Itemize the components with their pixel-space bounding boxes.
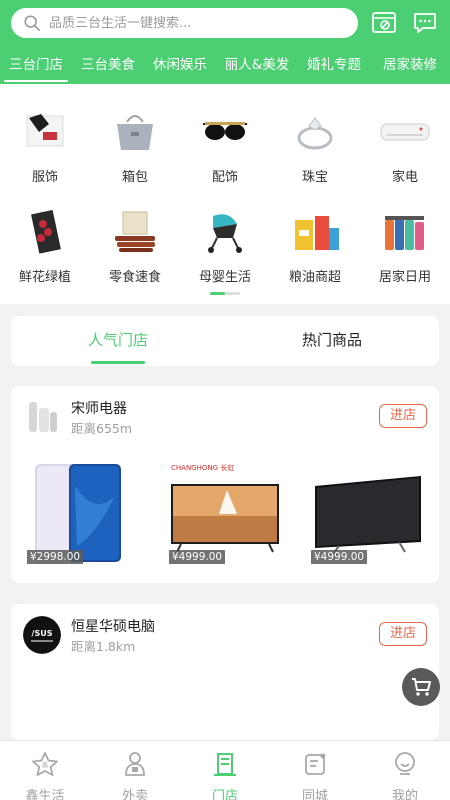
segment-popular-stores[interactable]: 人气门店 — [11, 316, 225, 366]
category-label: 鲜花绿植 — [18, 270, 71, 285]
category-baby[interactable]: 母婴生活 — [180, 210, 270, 285]
enter-store-button[interactable]: 进店 — [379, 404, 427, 428]
product-item[interactable]: CHANGHONG 长虹 ¥4999.00 — [167, 456, 285, 574]
search-icon — [24, 15, 41, 32]
bag-icon — [117, 115, 153, 150]
profile-icon — [395, 752, 415, 775]
flower-icon — [31, 209, 61, 254]
category-label: 家电 — [391, 170, 418, 185]
header: 三台门店 三台美食 休闲娱乐 丽人&美发 婚礼专题 居家装修 — [0, 0, 450, 84]
search-input[interactable] — [49, 15, 339, 31]
category-accessories[interactable]: 配饰 — [180, 110, 270, 185]
clothing-icon — [26, 114, 64, 147]
floating-cart-button[interactable] — [402, 668, 440, 706]
page-indicator — [210, 292, 240, 295]
product-item[interactable] — [25, 674, 143, 740]
store-icon — [214, 753, 236, 776]
air-conditioner-icon — [380, 123, 430, 141]
category-tabs: 三台门店 三台美食 休闲娱乐 丽人&美发 婚礼专题 居家装修 — [0, 50, 450, 84]
segment-hot-products[interactable]: 热门商品 — [225, 316, 439, 366]
category-appliances[interactable]: 家电 — [360, 110, 450, 185]
product-image — [25, 674, 143, 740]
nav-city[interactable]: 同城 — [270, 741, 360, 800]
tab-stores[interactable]: 三台门店 — [0, 50, 72, 84]
svg-text:/SUS: /SUS — [32, 629, 53, 638]
store-name: 宋师电器 — [71, 401, 127, 417]
category-label: 服饰 — [31, 170, 58, 185]
product-item[interactable]: ¥4999.00 — [309, 456, 427, 574]
category-household[interactable]: 居家日用 — [360, 210, 450, 285]
snack-icon — [115, 211, 155, 252]
city-icon — [305, 753, 326, 775]
category-snacks[interactable]: 零食速食 — [90, 210, 180, 285]
category-grocery[interactable]: 粮油商超 — [270, 210, 360, 285]
bottles-icon — [385, 216, 424, 250]
tab-wedding[interactable]: 婚礼专题 — [298, 50, 370, 84]
product-price: ¥4999.00 — [311, 550, 368, 564]
category-label: 箱包 — [121, 170, 148, 185]
tab-food[interactable]: 三台美食 — [72, 50, 144, 84]
product-item[interactable]: ¥2998.00 — [25, 456, 143, 574]
nav-stores[interactable]: 门店 — [180, 741, 270, 800]
nav-profile[interactable]: 我的 — [360, 741, 450, 800]
enter-store-button[interactable]: 进店 — [379, 622, 427, 646]
product-image — [167, 674, 285, 740]
store-card[interactable]: /SUS 恒星华硕电脑 距离1.8km 进店 — [11, 604, 439, 740]
nav-delivery[interactable]: 外卖 — [90, 741, 180, 800]
message-icon[interactable] — [412, 10, 438, 36]
category-bags[interactable]: 箱包 — [90, 110, 180, 185]
tab-beauty[interactable]: 丽人&美发 — [216, 50, 298, 84]
tab-leisure[interactable]: 休闲娱乐 — [144, 50, 216, 84]
category-label: 珠宝 — [301, 170, 328, 185]
category-label: 零食速食 — [108, 270, 161, 285]
search-bar[interactable] — [11, 8, 358, 38]
category-flowers[interactable]: 鲜花绿植 — [0, 209, 90, 285]
product-price: ¥4999.00 — [169, 550, 226, 564]
store-logo — [23, 398, 61, 436]
nav-label: 同城 — [301, 789, 328, 800]
product-item[interactable] — [167, 674, 285, 740]
svg-text:鑫: 鑫 — [42, 761, 48, 769]
nav-label: 门店 — [211, 789, 238, 800]
nav-home[interactable]: 鑫 鑫生活 — [0, 741, 90, 800]
sunglasses-icon — [203, 122, 247, 140]
category-clothing[interactable]: 服饰 — [0, 110, 90, 185]
nav-label: 外卖 — [121, 789, 148, 800]
svg-text:CHANGHONG 长虹: CHANGHONG 长虹 — [171, 463, 234, 472]
nav-label: 我的 — [391, 789, 418, 800]
star-icon: 鑫 — [32, 752, 58, 776]
category-label: 配饰 — [211, 170, 238, 185]
delivery-icon — [125, 752, 145, 776]
product-price: ¥2998.00 — [27, 550, 84, 564]
segment-control: 人气门店 热门商品 — [11, 316, 439, 366]
store-logo: /SUS — [23, 616, 61, 654]
cart-icon — [412, 678, 431, 696]
category-label: 母婴生活 — [198, 270, 251, 285]
ring-icon — [297, 117, 333, 150]
grocery-icon — [295, 216, 339, 250]
store-name: 恒星华硕电脑 — [71, 619, 155, 635]
nav-label: 鑫生活 — [25, 789, 65, 800]
store-distance: 距离655m — [71, 421, 133, 436]
store-distance: 距离1.8km — [71, 639, 136, 654]
store-card[interactable]: 宋师电器 距离655m 进店 ¥2998.00 CHANGHONG 长虹 ¥49… — [11, 386, 439, 583]
tab-decoration[interactable]: 居家装修 — [370, 50, 450, 84]
category-label: 居家日用 — [378, 270, 431, 285]
category-grid: 服饰 箱包 配饰 珠宝 家电 鲜花绿植 零食速食 母婴生活 粮油商超 居家日用 — [0, 84, 450, 304]
category-label: 粮油商超 — [288, 270, 341, 285]
stroller-icon — [208, 214, 242, 253]
bottom-nav: 鑫 鑫生活 外卖 门店 同城 我的 — [0, 740, 450, 800]
category-jewelry[interactable]: 珠宝 — [270, 110, 360, 185]
scan-icon[interactable] — [371, 10, 397, 36]
